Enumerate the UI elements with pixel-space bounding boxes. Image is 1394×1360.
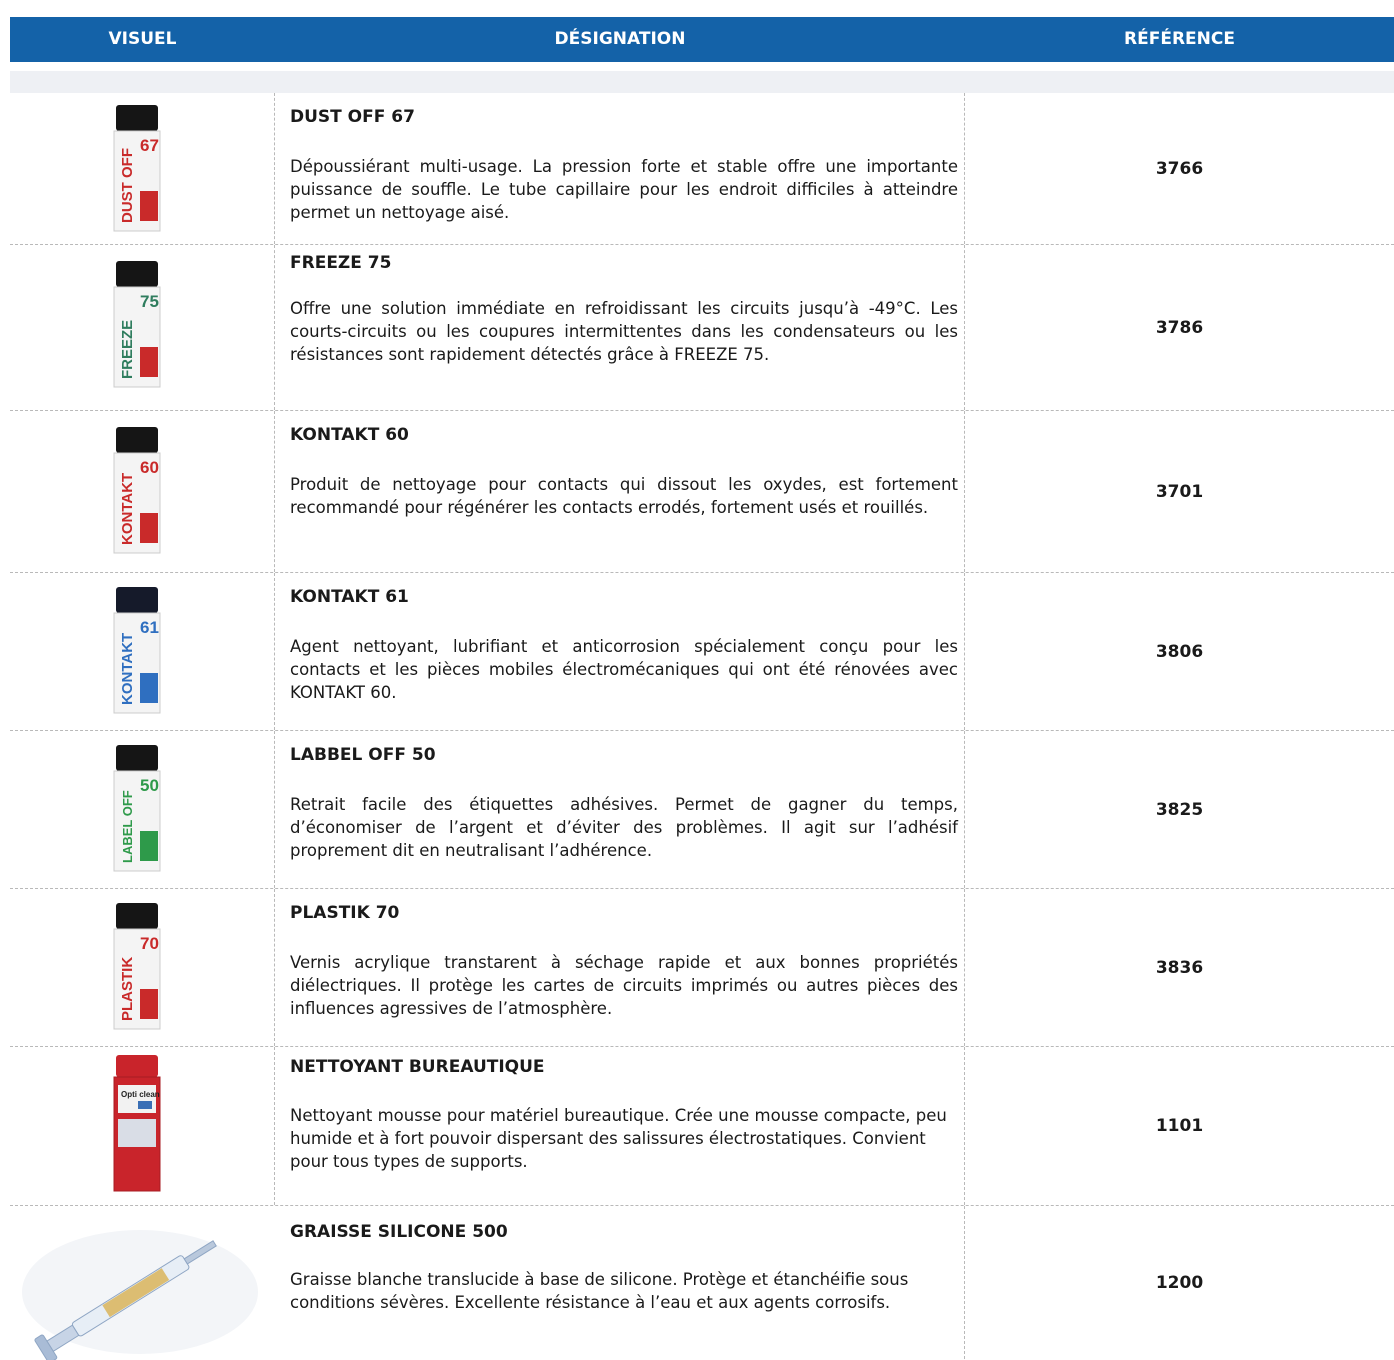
product-designation: DUST OFF 67 Dépoussiérant multi-usage. L… xyxy=(275,93,965,244)
svg-text:DUST OFF: DUST OFF xyxy=(119,148,136,223)
header-designation: DÉSIGNATION xyxy=(554,29,686,49)
svg-text:LABEL OFF: LABEL OFF xyxy=(120,790,135,863)
product-reference: 1101 xyxy=(1155,1116,1204,1136)
svg-text:Opti clean: Opti clean xyxy=(121,1090,160,1099)
product-visual: KONTAKT 60 xyxy=(10,411,275,572)
product-name: NETTOYANT BUREAUTIQUE xyxy=(290,1057,545,1077)
spray-can-image: PLASTIK 70 xyxy=(113,903,161,1030)
product-designation: GRAISSE SILICONE 500 Graisse blanche tra… xyxy=(275,1206,965,1359)
product-visual: LABEL OFF 50 xyxy=(10,731,275,888)
svg-text:67: 67 xyxy=(140,136,159,155)
svg-text:75: 75 xyxy=(140,292,159,311)
svg-text:60: 60 xyxy=(140,458,159,477)
svg-text:61: 61 xyxy=(140,618,159,637)
product-designation: KONTAKT 60 Produit de nettoyage pour con… xyxy=(275,411,965,572)
svg-text:KONTAKT: KONTAKT xyxy=(119,473,136,545)
product-table: DUST OFF 67 DUST OFF 67 Dépoussiérant mu… xyxy=(10,93,1394,1360)
table-row: DUST OFF 67 DUST OFF 67 Dépoussiérant mu… xyxy=(10,93,1394,245)
svg-text:KONTAKT: KONTAKT xyxy=(119,633,136,705)
product-visual: FREEZE 75 xyxy=(10,245,275,410)
product-designation: FREEZE 75 Offre une solution immédiate e… xyxy=(275,245,965,410)
table-row: FREEZE 75 FREEZE 75 Offre une solution i… xyxy=(10,245,1394,411)
syringe-image xyxy=(22,1230,258,1360)
svg-text:FREEZE: FREEZE xyxy=(119,320,136,379)
product-visual: Opti clean xyxy=(10,1047,275,1205)
spray-can-image: KONTAKT 60 xyxy=(113,427,161,554)
svg-text:50: 50 xyxy=(140,776,159,795)
product-name: FREEZE 75 xyxy=(290,253,392,273)
product-reference: 3701 xyxy=(1155,481,1204,502)
spray-can-image: Opti clean xyxy=(113,1055,161,1192)
table-row: KONTAKT 60 KONTAKT 60 Produit de nettoya… xyxy=(10,411,1394,573)
table-row: LABEL OFF 50 LABBEL OFF 50 Retrait facil… xyxy=(10,731,1394,889)
svg-text:PLASTIK: PLASTIK xyxy=(119,957,136,1021)
table-row: Opti clean NETTOYANT BUREAUTIQUE Nettoya… xyxy=(10,1047,1394,1206)
table-row: KONTAKT 61 KONTAKT 61 Agent nettoyant, l… xyxy=(10,573,1394,731)
product-description: Produit de nettoyage pour contacts qui d… xyxy=(290,475,958,517)
spray-can-image: FREEZE 75 xyxy=(113,261,161,388)
table-header: VISUEL DÉSIGNATION RÉFÉRENCE xyxy=(10,17,1394,62)
product-name: DUST OFF 67 xyxy=(290,107,415,127)
spray-can-image: KONTAKT 61 xyxy=(113,587,161,714)
product-designation: PLASTIK 70 Vernis acrylique transtarent … xyxy=(275,889,965,1046)
product-reference: 3836 xyxy=(1155,957,1204,978)
product-designation: LABBEL OFF 50 Retrait facile des étiquet… xyxy=(275,731,965,888)
svg-text:70: 70 xyxy=(140,934,159,953)
spray-can-image: LABEL OFF 50 xyxy=(113,745,161,872)
product-reference: 3825 xyxy=(1155,799,1204,820)
product-description: Vernis acrylique transtarent à séchage r… xyxy=(290,953,958,1018)
header-reference: RÉFÉRENCE xyxy=(1124,29,1235,49)
product-description: Graisse blanche translucide à base de si… xyxy=(290,1270,909,1312)
product-reference: 3806 xyxy=(1155,641,1204,662)
product-reference: 3786 xyxy=(1155,317,1204,338)
product-designation: NETTOYANT BUREAUTIQUE Nettoyant mousse p… xyxy=(275,1047,965,1205)
product-description: Agent nettoyant, lubrifiant et anticorro… xyxy=(290,637,958,702)
product-description: Retrait facile des étiquettes adhésives.… xyxy=(290,795,958,860)
product-name: LABBEL OFF 50 xyxy=(290,745,436,765)
product-name: PLASTIK 70 xyxy=(290,903,400,923)
product-visual: DUST OFF 67 xyxy=(10,93,275,244)
product-description: Dépoussiérant multi-usage. La pression f… xyxy=(290,157,958,222)
product-name: GRAISSE SILICONE 500 xyxy=(290,1222,508,1242)
product-name: KONTAKT 61 xyxy=(290,587,409,607)
product-reference: 1200 xyxy=(1155,1272,1204,1293)
header-spacer-bar xyxy=(10,71,1394,93)
product-visual xyxy=(10,1206,274,1360)
table-row: GRAISSE SILICONE 500 Graisse blanche tra… xyxy=(10,1206,1394,1360)
product-description: Offre une solution immédiate en refroidi… xyxy=(290,299,958,364)
product-designation: KONTAKT 61 Agent nettoyant, lubrifiant e… xyxy=(275,573,965,730)
table-row: PLASTIK 70 PLASTIK 70 Vernis acrylique t… xyxy=(10,889,1394,1047)
product-visual: PLASTIK 70 xyxy=(10,889,275,1046)
product-visual: KONTAKT 61 xyxy=(10,573,275,730)
product-description: Nettoyant mousse pour matériel bureautiq… xyxy=(290,1106,947,1171)
product-name: KONTAKT 60 xyxy=(290,425,409,445)
product-reference: 3766 xyxy=(1155,158,1204,179)
header-visuel: VISUEL xyxy=(108,29,177,49)
spray-can-image: DUST OFF 67 xyxy=(113,105,161,232)
